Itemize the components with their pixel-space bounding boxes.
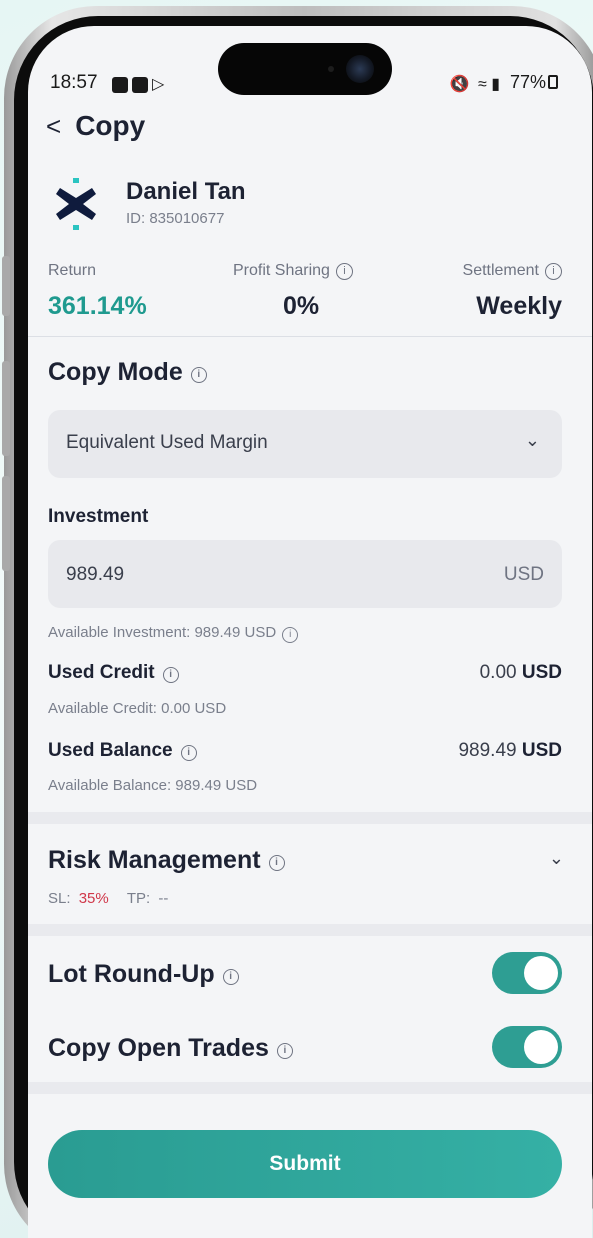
- copy-open-trades-heading: Copy Open Trades i: [48, 1034, 293, 1063]
- available-investment-text: Available Investment: 989.49 USD: [48, 624, 277, 641]
- info-icon[interactable]: i: [190, 367, 207, 383]
- image-icon: [112, 76, 128, 93]
- used-credit-unit: USD: [521, 662, 562, 683]
- used-balance-label: Used Balance: [48, 740, 173, 761]
- info-icon[interactable]: i: [222, 969, 239, 985]
- copy-mode-select[interactable]: Equivalent Used Margin ⌄: [48, 410, 562, 478]
- investment-unit: USD: [503, 564, 544, 585]
- stat-settlement-value: Weekly: [476, 292, 562, 320]
- info-icon[interactable]: i: [162, 667, 179, 683]
- tp-label: TP:: [126, 890, 151, 907]
- toggle-knob: [524, 1030, 558, 1064]
- trader-id: ID: 835010677: [126, 210, 225, 227]
- investment-label: Investment: [48, 506, 149, 527]
- info-icon[interactable]: i: [282, 627, 299, 643]
- used-credit-value: 0.00 USD: [480, 662, 562, 684]
- investment-value: 989.49: [66, 564, 125, 585]
- sl-value: 35%: [78, 890, 109, 907]
- copy-mode-selected: Equivalent Used Margin: [66, 432, 268, 453]
- stat-return-label: Return: [48, 262, 97, 279]
- phone-side-button: [2, 361, 10, 456]
- used-balance-heading: Used Balance i: [48, 740, 197, 762]
- lot-round-up-heading: Lot Round-Up i: [48, 960, 239, 989]
- copy-open-trades-label: Copy Open Trades: [48, 1034, 269, 1062]
- copy-mode-heading: Copy Mode i: [48, 358, 207, 387]
- mute-icon: 🔇: [449, 76, 470, 93]
- sensor-dot: [328, 66, 334, 72]
- battery-icon: [548, 75, 558, 89]
- lot-round-up-toggle[interactable]: [492, 952, 562, 994]
- toggle-knob: [524, 956, 558, 990]
- available-investment: Available Investment: 989.49 USD i: [48, 624, 299, 643]
- copy-mode-title: Copy Mode: [48, 358, 183, 386]
- investment-input[interactable]: 989.49 USD: [48, 540, 562, 608]
- tp-value: --: [158, 890, 169, 907]
- battery-percent: 77%: [510, 72, 558, 93]
- risk-management-toggle[interactable]: Risk Management i: [48, 846, 285, 875]
- status-notification-icons: ▷: [112, 74, 164, 94]
- stat-profit-sharing-label: Profit Sharing: [233, 262, 330, 279]
- available-balance: Available Balance: 989.49 USD: [48, 777, 258, 794]
- section-separator: [28, 924, 592, 936]
- section-separator: [28, 812, 592, 824]
- stat-settlement-label: Settlement: [462, 262, 539, 279]
- used-balance-value: 989.49 USD: [458, 740, 562, 762]
- chevron-down-icon: ⌄: [524, 430, 540, 450]
- dynamic-island: [218, 43, 392, 95]
- camera-icon: [346, 55, 374, 83]
- signal-icons: 🔇 ≈ ▮: [450, 74, 500, 94]
- info-icon[interactable]: i: [545, 263, 562, 280]
- stat-settlement: Settlement i: [463, 262, 562, 280]
- play-store-icon: ▷: [152, 76, 165, 93]
- used-credit-label: Used Credit: [48, 662, 155, 683]
- wifi-icon: ≈: [477, 76, 487, 93]
- app-screen: 18:57 ▷ 🔇 ≈ ▮ 77% < Copy Daniel Tan ID: 8…: [28, 26, 592, 1238]
- phone-side-button: [2, 256, 10, 316]
- info-icon[interactable]: i: [268, 855, 285, 871]
- trader-logo: [56, 178, 96, 230]
- chevron-left-icon: <: [46, 111, 62, 141]
- checkbox-icon: [132, 76, 148, 93]
- battery-level: 77%: [509, 72, 546, 92]
- used-credit-heading: Used Credit i: [48, 662, 179, 684]
- submit-button[interactable]: Submit: [48, 1130, 562, 1198]
- status-time: 18:57: [50, 72, 98, 93]
- available-credit: Available Credit: 0.00 USD: [48, 700, 227, 717]
- lot-round-up-label: Lot Round-Up: [48, 960, 215, 988]
- risk-summary: SL: 35% TP: --: [48, 890, 168, 907]
- used-balance-unit: USD: [521, 740, 562, 761]
- info-icon[interactable]: i: [276, 1043, 293, 1059]
- divider: [28, 336, 592, 337]
- phone-side-button: [2, 476, 10, 571]
- stat-profit-sharing-value: 0%: [283, 292, 320, 320]
- stat-return-value: 361.14%: [48, 292, 147, 320]
- chevron-down-icon[interactable]: ⌄: [549, 848, 564, 869]
- sl-label: SL:: [48, 890, 71, 907]
- section-separator: [28, 1082, 592, 1094]
- info-icon[interactable]: i: [180, 745, 197, 761]
- used-balance-amount: 989.49: [458, 740, 517, 761]
- risk-management-title: Risk Management: [48, 846, 261, 874]
- stat-profit-sharing: Profit Sharing i: [233, 262, 353, 280]
- page-title: Copy: [75, 110, 146, 141]
- copy-open-trades-toggle[interactable]: [492, 1026, 562, 1068]
- cell-signal-icon: ▮: [491, 76, 500, 93]
- back-button[interactable]: < Copy: [46, 110, 145, 142]
- info-icon[interactable]: i: [335, 263, 353, 280]
- used-credit-amount: 0.00: [479, 662, 517, 683]
- trader-name: Daniel Tan: [126, 178, 246, 205]
